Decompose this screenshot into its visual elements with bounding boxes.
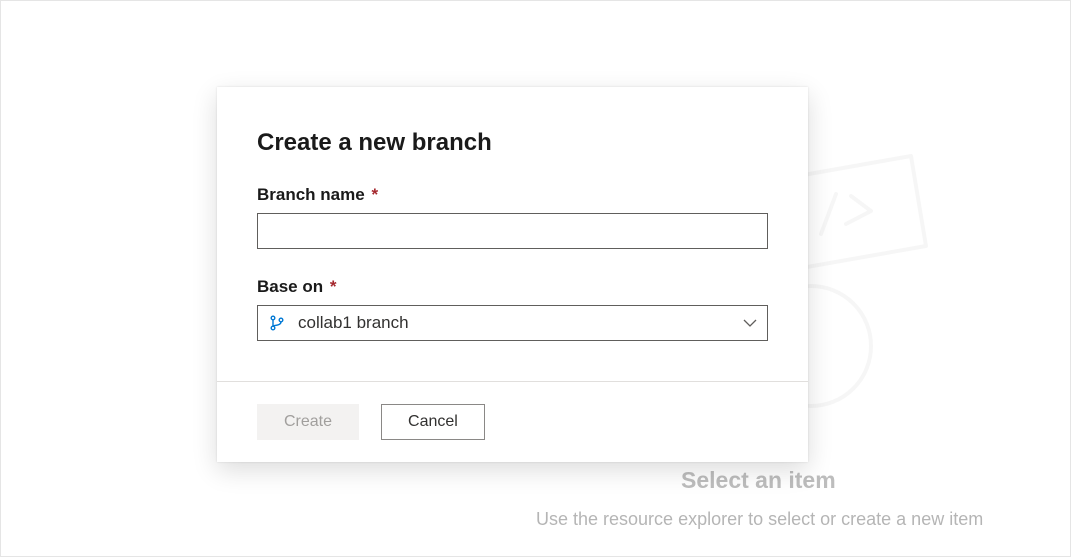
branch-name-input[interactable] — [257, 213, 768, 249]
git-branch-icon — [268, 314, 286, 332]
base-on-label: Base on * — [257, 277, 768, 297]
dialog-title: Create a new branch — [257, 129, 768, 157]
base-on-label-text: Base on — [257, 277, 323, 296]
dialog-body: Create a new branch Branch name * Base o… — [217, 87, 808, 381]
required-asterisk: * — [371, 185, 378, 204]
branch-name-group: Branch name * — [257, 185, 768, 249]
base-on-dropdown[interactable]: collab1 branch — [257, 305, 768, 341]
base-on-selected-text: collab1 branch — [298, 313, 743, 333]
cancel-button[interactable]: Cancel — [381, 404, 485, 440]
required-asterisk: * — [330, 277, 337, 296]
branch-name-label: Branch name * — [257, 185, 768, 205]
branch-name-label-text: Branch name — [257, 185, 365, 204]
backdrop-subtitle: Use the resource explorer to select or c… — [536, 509, 983, 530]
backdrop-title: Select an item — [681, 467, 836, 494]
create-button[interactable]: Create — [257, 404, 359, 440]
dialog-footer: Create Cancel — [217, 381, 808, 462]
base-on-group: Base on * collab1 branch — [257, 277, 768, 341]
chevron-down-icon — [743, 314, 757, 332]
create-branch-dialog: Create a new branch Branch name * Base o… — [217, 87, 808, 462]
